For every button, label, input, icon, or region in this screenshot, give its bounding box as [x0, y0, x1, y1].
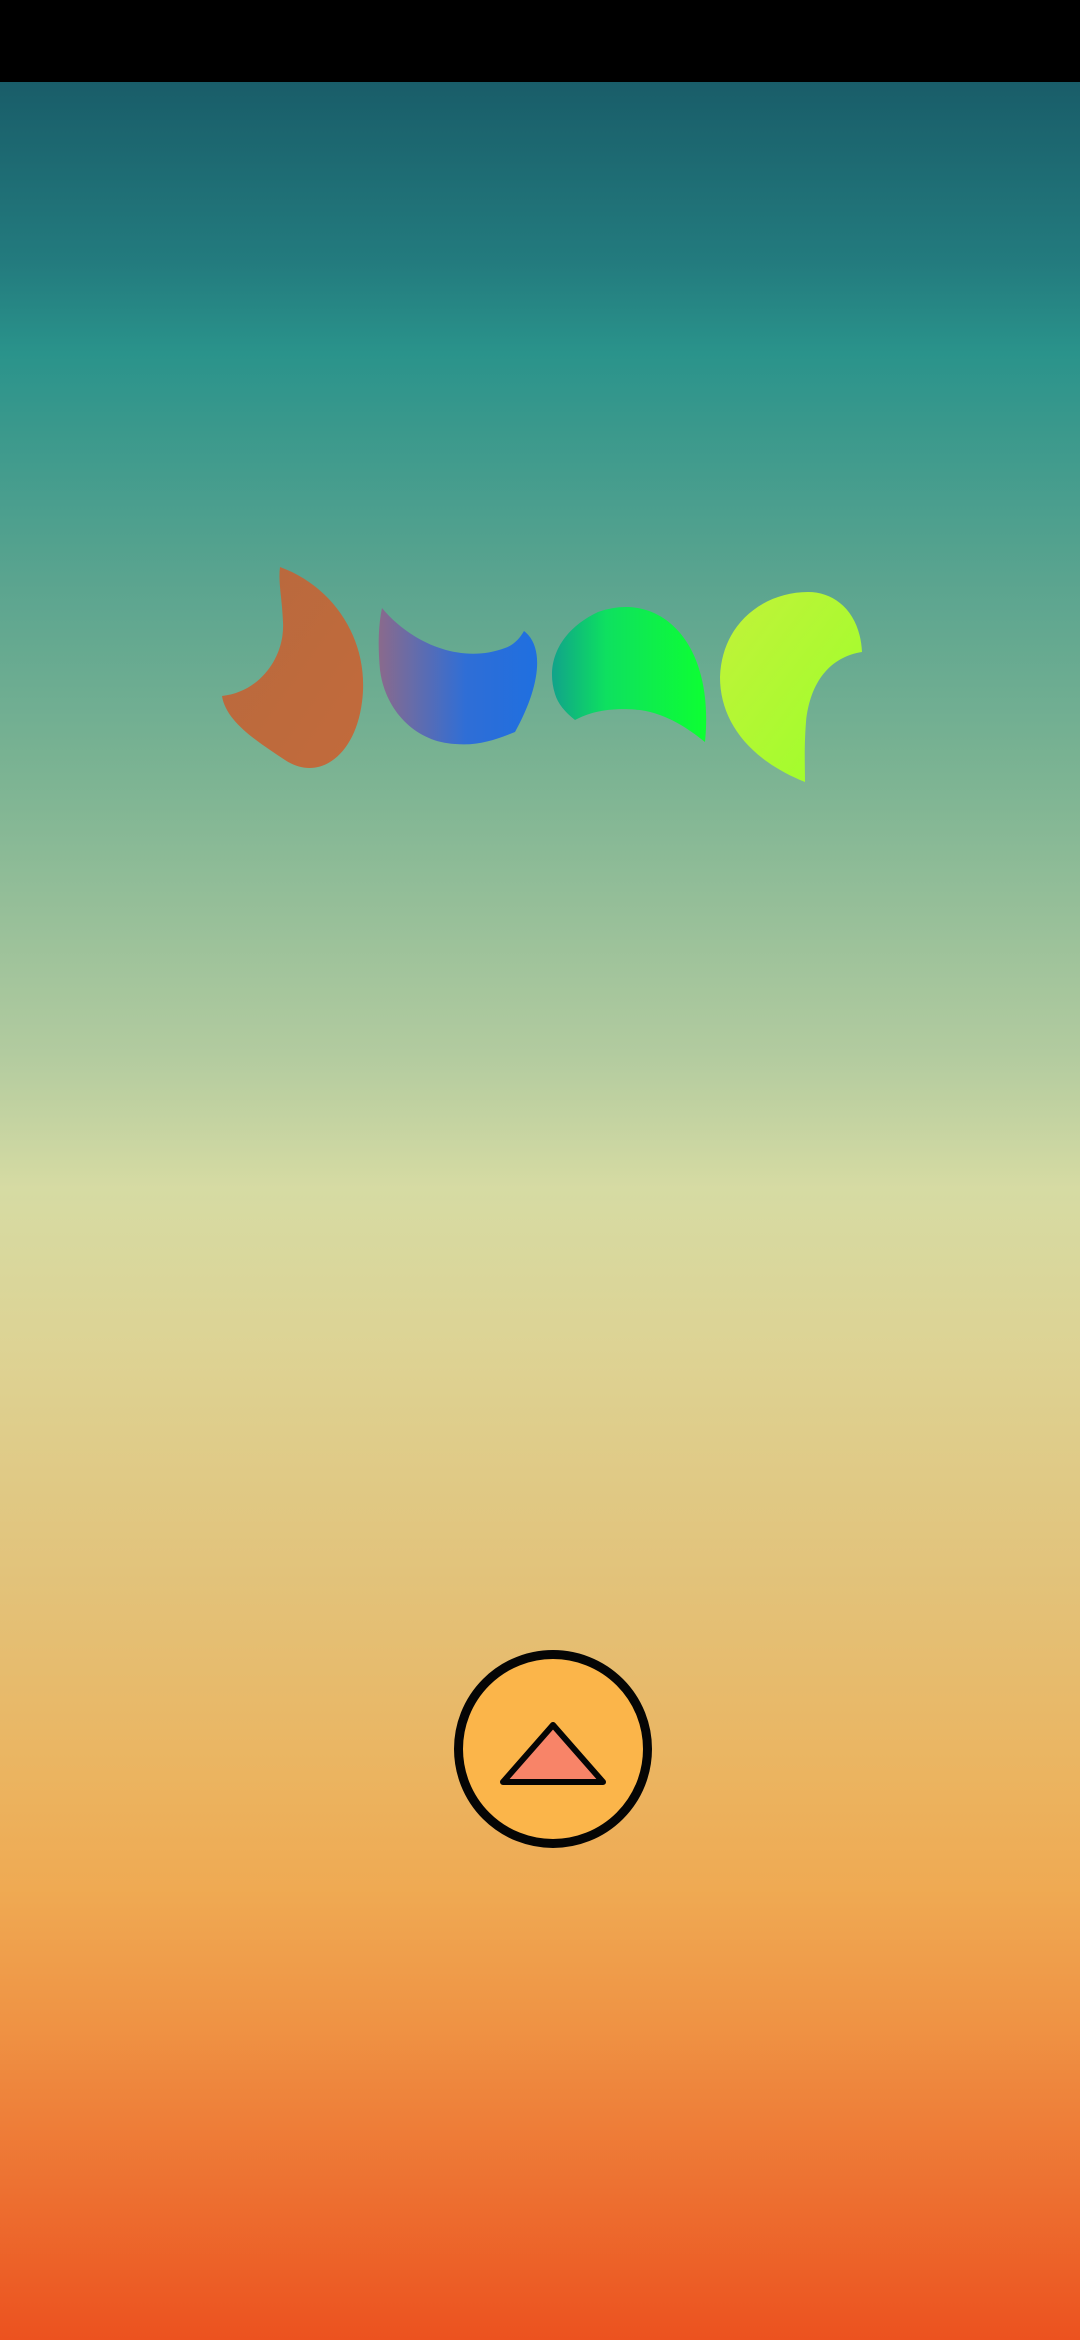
play-button[interactable] [454, 1650, 652, 1848]
game-background [0, 82, 1080, 2340]
logo-shape-orange [222, 567, 364, 768]
logo-shape-blue [378, 608, 538, 745]
logo-shape-lime [720, 592, 862, 782]
game-logo [222, 567, 862, 782]
logo-shape-green [551, 607, 707, 742]
triangle-up-icon [500, 1722, 606, 1785]
status-bar [0, 0, 1080, 82]
game-screen [0, 0, 1080, 2340]
